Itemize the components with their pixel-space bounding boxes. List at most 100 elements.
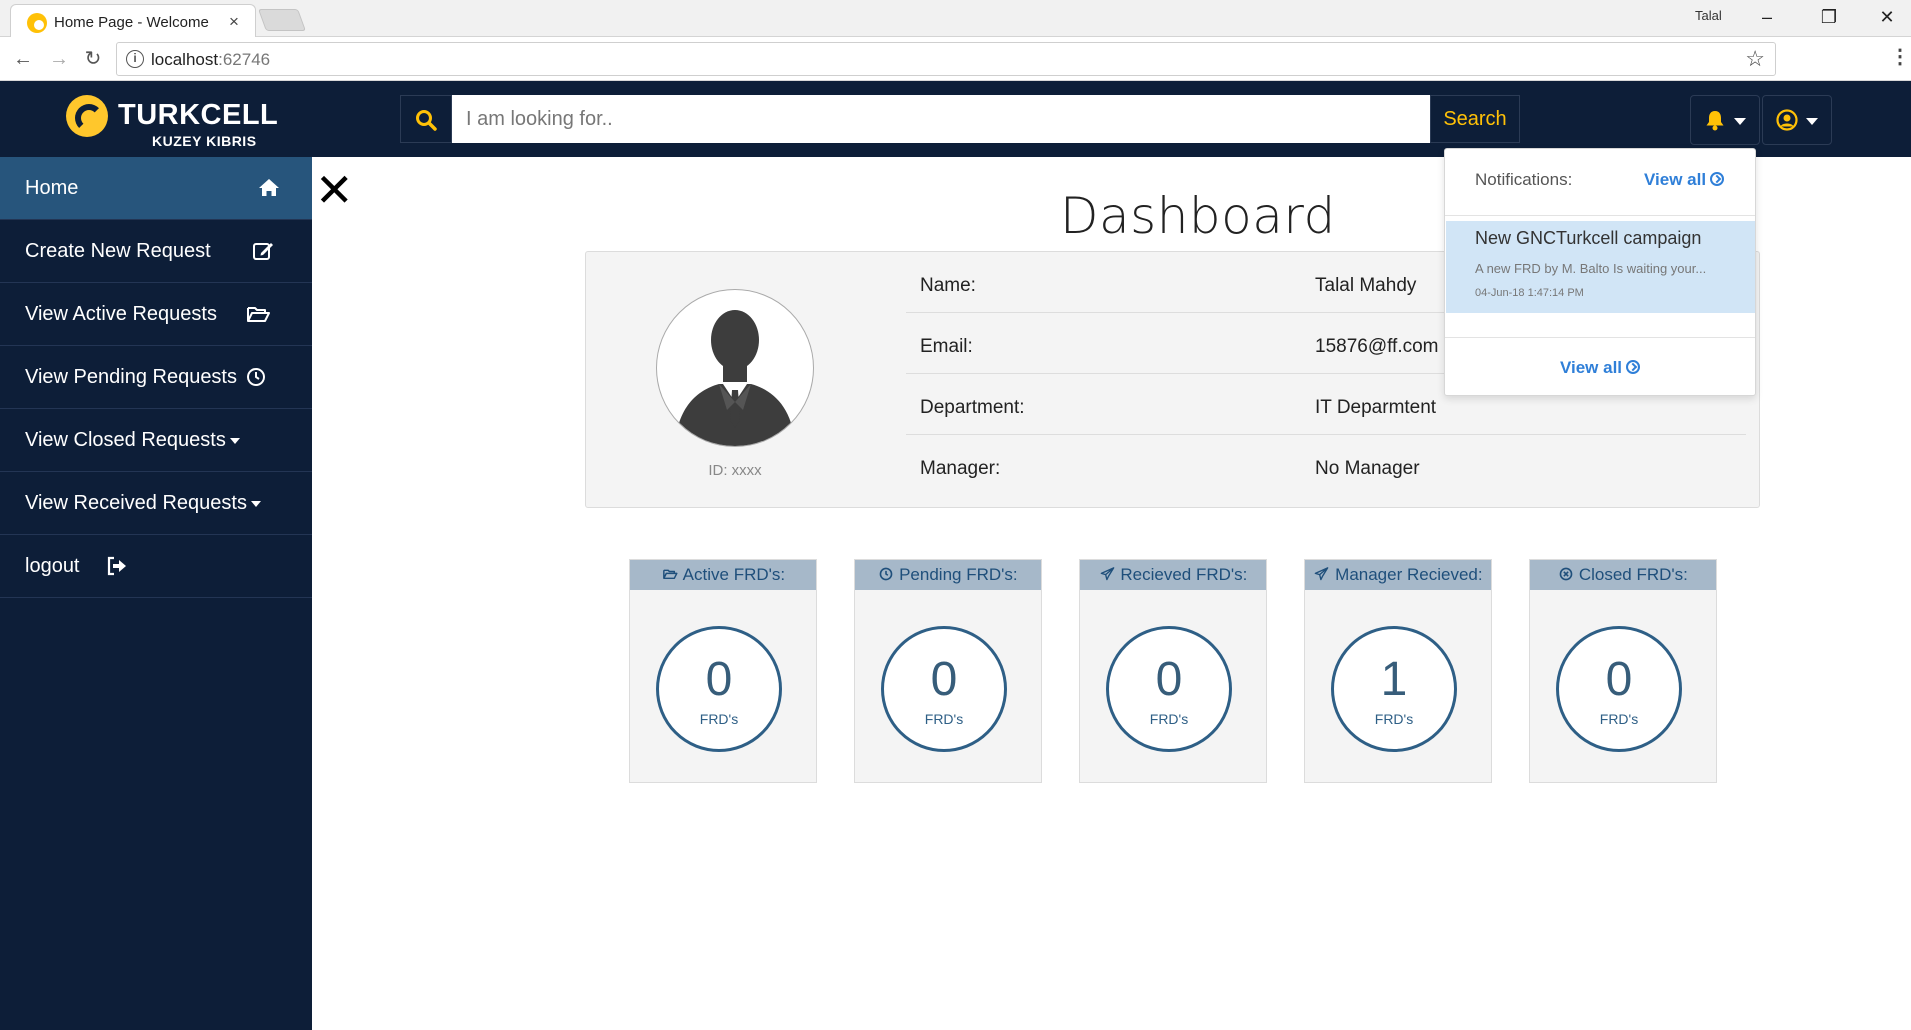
search-bar: Search: [400, 95, 1520, 143]
stat-card-header: Active FRD's:: [630, 560, 816, 590]
search-icon: [416, 110, 437, 131]
stat-card-received[interactable]: Recieved FRD's: 0 FRD's: [1079, 559, 1267, 783]
profile-label: Department:: [920, 397, 1025, 418]
sidebar-item-home[interactable]: Home: [0, 157, 312, 220]
avatar: [656, 289, 814, 447]
forward-icon[interactable]: →: [44, 44, 74, 74]
bookmark-star-icon[interactable]: ☆: [1745, 46, 1765, 72]
stat-value: 1: [1380, 653, 1408, 706]
clock-icon: [880, 567, 893, 581]
sidebar-item-label: View Closed Requests: [25, 429, 240, 452]
close-sidebar-icon[interactable]: ✕: [315, 167, 354, 213]
stat-card-header: Manager Recieved:: [1305, 560, 1491, 590]
search-icon-box: [400, 95, 452, 143]
window-close-icon[interactable]: ✕: [1862, 2, 1911, 32]
times-circle-icon: [1559, 567, 1573, 581]
stat-card-header: Recieved FRD's:: [1080, 560, 1266, 590]
caret-down-icon: [229, 437, 240, 444]
divider: [1445, 215, 1755, 216]
reload-icon[interactable]: ↻: [78, 44, 108, 74]
caret-down-icon: [250, 500, 261, 507]
notification-item[interactable]: New GNCTurkcell campaign A new FRD by M.…: [1446, 221, 1755, 313]
minimize-icon[interactable]: –: [1742, 2, 1792, 32]
profile-value: 15876@ff.com: [1315, 336, 1439, 357]
user-circle-icon: [1776, 109, 1798, 131]
stat-card-active[interactable]: Active FRD's: 0 FRD's: [629, 559, 817, 783]
url-field[interactable]: i localhost:62746 ☆: [116, 42, 1776, 76]
sidebar-item-label: Home: [25, 177, 79, 199]
stat-circle: 0 FRD's: [881, 626, 1007, 752]
turkcell-favicon-icon: [27, 13, 47, 33]
stat-circle: 0 FRD's: [1556, 626, 1682, 752]
notification-time: 04-Jun-18 1:47:14 PM: [1475, 287, 1584, 299]
sidebar-item-view-closed-requests[interactable]: View Closed Requests: [0, 409, 312, 472]
sidebar-item-view-pending-requests[interactable]: View Pending Requests: [0, 346, 312, 409]
back-icon[interactable]: ←: [8, 44, 38, 74]
edit-icon: [253, 243, 273, 260]
arrow-circle-right-icon: [1626, 360, 1641, 374]
profile-value: No Manager: [1315, 458, 1420, 479]
browser-tabbar: Home Page - Welcome × Talal – ❐ ✕: [0, 0, 1911, 37]
employee-id: ID: xxxx: [708, 462, 762, 479]
stat-value: 0: [930, 653, 958, 706]
stat-card-header: Pending FRD's:: [855, 560, 1041, 590]
browser-menu-icon[interactable]: ⋮: [1890, 44, 1910, 69]
stat-unit: FRD's: [699, 711, 739, 727]
page-title: Dashboard: [1060, 187, 1336, 245]
logo-sub-text: KUZEY KIBRIS: [152, 133, 257, 149]
paper-plane-icon: [1315, 567, 1329, 581]
clock-icon: [247, 368, 265, 386]
sidebar: Home Create New Request View Active Requ…: [0, 157, 312, 1030]
stat-value: 0: [1605, 653, 1633, 706]
search-input[interactable]: [452, 95, 1430, 143]
notifications-button[interactable]: [1690, 95, 1760, 145]
stat-circle: 1 FRD's: [1331, 626, 1457, 752]
profile-value: IT Deparmtent: [1315, 397, 1437, 418]
tab-close-icon[interactable]: ×: [229, 12, 239, 32]
stat-unit: FRD's: [1374, 711, 1414, 727]
sidebar-item-view-received-requests[interactable]: View Received Requests: [0, 472, 312, 535]
sidebar-item-label: View Active Requests: [25, 303, 217, 325]
view-all-link[interactable]: View all: [1445, 358, 1755, 378]
profile-row-manager: Manager: No Manager: [906, 435, 1746, 496]
sidebar-item-create-new-request[interactable]: Create New Request: [0, 220, 312, 283]
stat-card-manager-received[interactable]: Manager Recieved: 1 FRD's: [1304, 559, 1492, 783]
tab-title: Home Page - Welcome: [54, 14, 209, 31]
stat-unit: FRD's: [924, 711, 964, 727]
folder-open-icon: [247, 307, 270, 322]
search-button[interactable]: Search: [1430, 95, 1520, 143]
stat-card-closed[interactable]: Closed FRD's: 0 FRD's: [1529, 559, 1717, 783]
sidebar-item-view-active-requests[interactable]: View Active Requests: [0, 283, 312, 346]
notification-body: A new FRD by M. Balto Is waiting your...: [1475, 261, 1707, 276]
window-user-label: Talal: [1695, 8, 1722, 23]
stat-card-pending[interactable]: Pending FRD's: 0 FRD's: [854, 559, 1042, 783]
notification-title: New GNCTurkcell campaign: [1475, 228, 1702, 248]
info-icon[interactable]: i: [126, 50, 144, 68]
folder-open-icon: [662, 569, 678, 580]
stat-unit: FRD's: [1149, 711, 1189, 727]
profile-label: Manager:: [920, 458, 1001, 479]
profile-label: Email:: [920, 336, 973, 357]
sign-out-icon: [107, 556, 126, 576]
user-menu-button[interactable]: [1762, 95, 1832, 145]
caret-down-icon: [1733, 118, 1746, 125]
app-header: TURKCELL KUZEY KIBRIS Search: [0, 81, 1911, 157]
sidebar-item-logout[interactable]: logout: [0, 535, 312, 598]
url-text: localhost:62746: [151, 50, 271, 69]
view-all-link[interactable]: View all: [1644, 170, 1725, 190]
caret-down-icon: [1805, 118, 1818, 125]
sidebar-item-label: View Pending Requests: [25, 366, 237, 388]
restore-icon[interactable]: ❐: [1804, 2, 1854, 32]
stat-circle: 0 FRD's: [1106, 626, 1232, 752]
stat-circle: 0 FRD's: [656, 626, 782, 752]
profile-label: Name:: [920, 275, 976, 296]
address-bar: ← → ↻ i localhost:62746 ☆ ⋮: [0, 37, 1911, 81]
stat-unit: FRD's: [1599, 711, 1639, 727]
browser-tab[interactable]: Home Page - Welcome ×: [10, 4, 256, 37]
divider: [1445, 337, 1755, 338]
notifications-dropdown: Notifications: View all New GNCTurkcell …: [1444, 148, 1756, 396]
paper-plane-icon: [1100, 567, 1114, 581]
arrow-circle-right-icon: [1710, 172, 1725, 186]
logo-brand-text: TURKCELL: [118, 99, 279, 131]
new-tab-button[interactable]: [257, 9, 307, 31]
